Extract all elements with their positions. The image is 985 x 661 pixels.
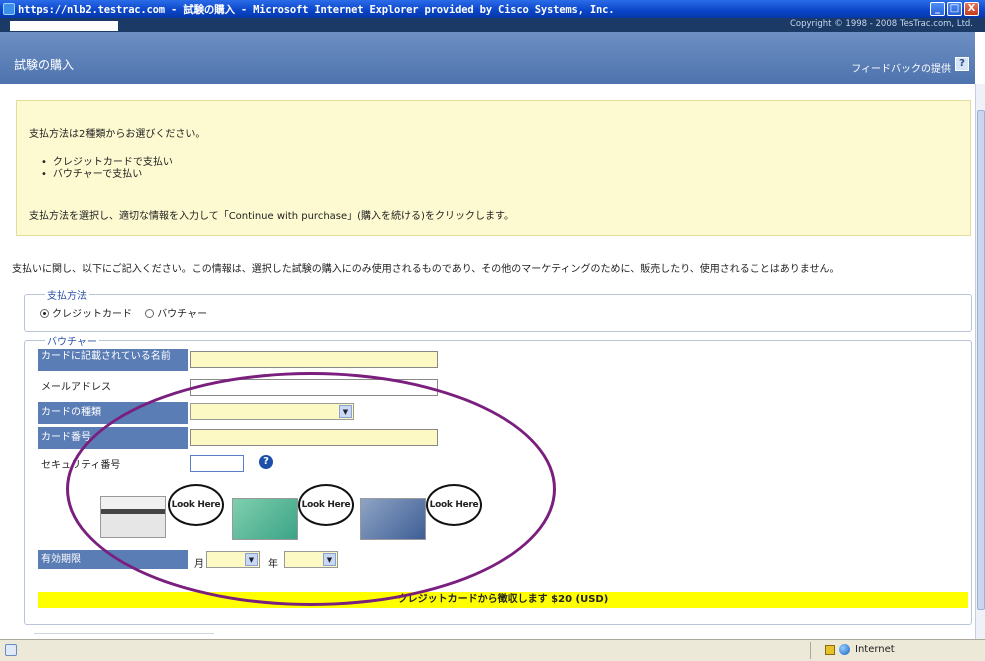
status-bar: Internet bbox=[0, 639, 985, 661]
email-label: メールアドレス bbox=[41, 382, 111, 393]
card-number-label: カード番号 bbox=[38, 427, 188, 449]
copyright-strip: Copyright © 1998 - 2008 TesTrac.com, Ltd… bbox=[0, 18, 985, 32]
page-header: 試験の購入 フィードバックの提供 ? bbox=[0, 32, 975, 84]
close-button[interactable]: X bbox=[964, 2, 979, 16]
email-input[interactable] bbox=[190, 379, 438, 396]
lock-icon bbox=[825, 645, 835, 655]
voucher-legend: バウチャー bbox=[45, 333, 99, 348]
help-icon[interactable]: ? bbox=[955, 57, 969, 71]
vertical-scrollbar[interactable] bbox=[975, 84, 985, 639]
amex-card-image bbox=[232, 498, 298, 540]
divider bbox=[34, 633, 214, 634]
list-item: クレジットカードで支払い bbox=[41, 157, 173, 169]
expiry-label: 有効期限 bbox=[38, 550, 188, 569]
info-intro-text: 支払方法は2種類からお選びください。 bbox=[29, 129, 206, 140]
chevron-down-icon[interactable]: ▼ bbox=[323, 553, 336, 566]
chevron-down-icon[interactable]: ▼ bbox=[339, 405, 352, 418]
security-zone: Internet bbox=[810, 642, 982, 659]
feedback-link[interactable]: フィードバックの提供 bbox=[851, 60, 951, 75]
zone-label: Internet bbox=[855, 644, 895, 655]
year-unit-label: 年 bbox=[268, 559, 278, 570]
card-back-image bbox=[100, 496, 166, 538]
window-title: https://nlb2.testrac.com - 試験の購入 - Micro… bbox=[18, 4, 615, 16]
credit-card-radio[interactable] bbox=[40, 309, 49, 318]
ie-icon bbox=[3, 3, 15, 15]
payment-method-radios: クレジットカード バウチャー bbox=[40, 305, 217, 320]
chevron-down-icon[interactable]: ▼ bbox=[245, 553, 258, 566]
charge-amount-bar: クレジットカードから徴収します $20 (USD) bbox=[38, 592, 968, 608]
card-front-image bbox=[360, 498, 426, 540]
security-code-input[interactable] bbox=[190, 455, 244, 472]
window-title-bar: https://nlb2.testrac.com - 試験の購入 - Micro… bbox=[0, 0, 985, 18]
expiry-month-select[interactable]: ▼ bbox=[206, 551, 260, 568]
security-code-label: セキュリティ番号 bbox=[41, 460, 121, 471]
payment-info-box: 支払方法は2種類からお選びください。 クレジットカードで支払い バウチャーで支払… bbox=[16, 100, 971, 236]
expiry-year-select[interactable]: ▼ bbox=[284, 551, 338, 568]
scrollbar-thumb[interactable] bbox=[977, 110, 985, 610]
month-unit-label: 月 bbox=[194, 559, 204, 570]
look-here-bubble: Look Here bbox=[426, 484, 482, 526]
card-name-label: カードに記載されている名前 bbox=[38, 349, 188, 371]
globe-icon bbox=[839, 644, 850, 655]
help-question-icon[interactable]: ? bbox=[259, 455, 273, 469]
maximize-button[interactable]: □ bbox=[947, 2, 962, 16]
privacy-notice: 支払いに関し、以下にご記入ください。この情報は、選択した試験の購入にのみ使用され… bbox=[12, 264, 840, 275]
card-name-input[interactable] bbox=[190, 351, 438, 368]
info-instruction-text: 支払方法を選択し、適切な情報を入力して「Continue with purcha… bbox=[29, 211, 514, 222]
payment-method-legend: 支払方法 bbox=[45, 287, 89, 302]
logo-placeholder bbox=[10, 21, 118, 31]
card-type-select[interactable]: ▼ bbox=[190, 403, 354, 420]
credit-card-radio-label[interactable]: クレジットカード bbox=[52, 309, 132, 320]
voucher-radio-label[interactable]: バウチャー bbox=[157, 309, 207, 320]
look-here-bubble: Look Here bbox=[298, 484, 354, 526]
voucher-radio[interactable] bbox=[145, 309, 155, 318]
card-type-label: カードの種類 bbox=[38, 402, 188, 424]
look-here-bubble: Look Here bbox=[168, 484, 224, 526]
minimize-button[interactable]: _ bbox=[930, 2, 945, 16]
page-status-icon bbox=[5, 644, 17, 656]
card-number-input[interactable] bbox=[190, 429, 438, 446]
payment-option-list: クレジットカードで支払い バウチャーで支払い bbox=[41, 157, 173, 181]
copyright-text: Copyright © 1998 - 2008 TesTrac.com, Ltd… bbox=[789, 19, 973, 29]
list-item: バウチャーで支払い bbox=[41, 169, 173, 181]
page-title: 試験の購入 bbox=[14, 58, 75, 72]
